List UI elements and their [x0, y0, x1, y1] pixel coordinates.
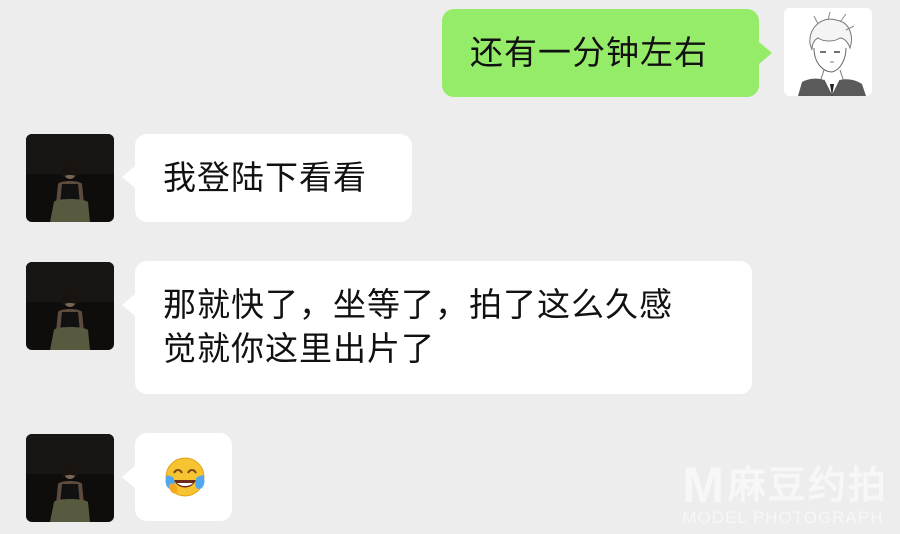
contact-photo-icon	[26, 262, 114, 350]
message-text: 那就快了，坐等了，拍了这么久感 觉就你这里出片了	[163, 285, 673, 368]
contact-photo-icon	[26, 134, 114, 222]
bubble-tail	[759, 42, 772, 64]
contact-avatar[interactable]	[26, 134, 114, 222]
watermark: M 麻豆约拍 MODEL PHOTOGRAPH	[682, 460, 888, 528]
outgoing-message-bubble[interactable]: 还有一分钟左右	[442, 9, 759, 97]
face-with-tears-of-joy-icon	[165, 457, 205, 497]
incoming-message-bubble[interactable]: 那就快了，坐等了，拍了这么久感 觉就你这里出片了	[135, 261, 752, 394]
incoming-emoji-bubble[interactable]	[135, 433, 232, 521]
watermark-english-text: MODEL PHOTOGRAPH	[682, 508, 884, 527]
incoming-message-bubble[interactable]: 我登陆下看看	[135, 134, 412, 222]
contact-avatar[interactable]	[26, 434, 114, 522]
bubble-tail	[122, 166, 135, 188]
message-text: 还有一分钟左右	[470, 33, 708, 72]
my-avatar[interactable]	[784, 8, 872, 96]
anime-boy-avatar-icon	[784, 8, 872, 96]
contact-photo-icon	[26, 434, 114, 522]
contact-avatar[interactable]	[26, 262, 114, 350]
bubble-tail	[122, 466, 135, 488]
bubble-tail	[122, 294, 135, 316]
watermark-chinese-text: 麻豆约拍	[727, 463, 888, 507]
message-text: 我登陆下看看	[163, 158, 367, 197]
watermark-logo: M	[682, 457, 724, 513]
